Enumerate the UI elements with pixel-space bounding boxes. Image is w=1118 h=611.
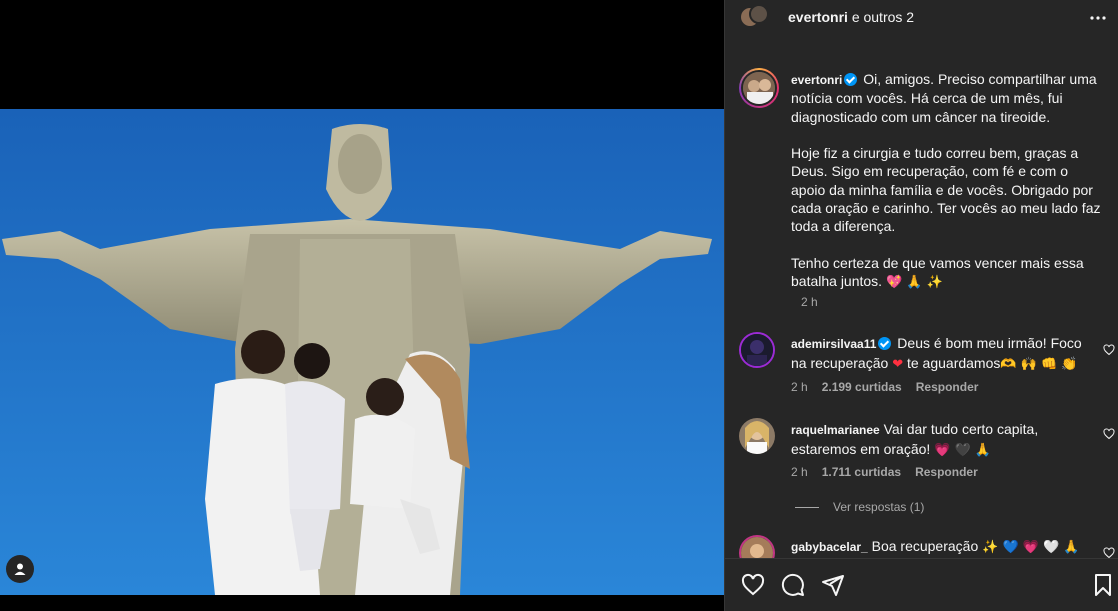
comment-text: Boa recuperação <box>871 538 979 554</box>
author-avatar[interactable] <box>739 2 769 32</box>
comment-emojis: 🫶 🙌 👊 👏 <box>1000 356 1078 372</box>
post-action-bar <box>725 558 1118 611</box>
comment-like-icon[interactable] <box>1103 428 1115 440</box>
more-options-icon[interactable] <box>1089 9 1107 27</box>
comment-body: ademirsilvaa11 Deus é bom meu irmão! Foc… <box>791 334 1086 374</box>
comment-likes[interactable]: 1.711 curtidas <box>822 465 901 479</box>
verified-badge-icon <box>878 337 892 350</box>
bookmark-icon[interactable] <box>1091 573 1115 597</box>
share-icon[interactable] <box>821 573 845 597</box>
post-photo <box>0 109 724 595</box>
comment-likes[interactable]: 2.199 curtidas <box>822 380 902 394</box>
comment-username[interactable]: ademirsilvaa11 <box>791 337 876 351</box>
comment-time[interactable]: 2 h <box>791 380 808 394</box>
comment-icon[interactable] <box>781 573 805 597</box>
heart-icon[interactable] <box>741 573 765 597</box>
reply-button[interactable]: Responder <box>916 380 979 394</box>
post-side-panel: evertonri e outros 2 evertonri Oi, amigo… <box>724 0 1118 611</box>
comment-like-icon[interactable] <box>1103 344 1115 356</box>
comment-meta: 2 h 1.711 curtidas Responder <box>791 465 978 479</box>
post-media[interactable] <box>0 0 724 611</box>
replies-divider <box>795 506 819 508</box>
comment-meta: 2 h 2.199 curtidas Responder <box>791 380 978 394</box>
header-usernames[interactable]: evertonri e outros 2 <box>788 9 914 25</box>
comment-body: gabybacelar_ Boa recuperação ✨ 💙 💗 🤍 🙏 <box>791 537 1086 558</box>
user-tag-icon[interactable] <box>6 555 34 583</box>
caption-avatar[interactable] <box>739 68 779 108</box>
comment-text-2: te aguardamos <box>906 354 1001 371</box>
post-header: evertonri e outros 2 <box>725 0 1118 36</box>
caption-emojis: 💖 🙏 ✨ <box>885 275 943 291</box>
comment-avatar[interactable] <box>739 418 775 454</box>
comment-emoji: ❤ <box>892 356 904 372</box>
caption-body: evertonri Oi, amigos. Preciso compartilh… <box>791 70 1101 293</box>
comment-body: raquelmarianee Vai dar tudo certo capita… <box>791 420 1086 460</box>
instagram-post-viewer: evertonri e outros 2 evertonri Oi, amigo… <box>0 0 1118 611</box>
caption-text: Oi, amigos. Preciso compartilhar uma not… <box>791 71 1101 290</box>
caption-username[interactable]: evertonri <box>791 73 842 87</box>
comment-username[interactable]: raquelmarianee <box>791 423 880 437</box>
view-replies-button[interactable]: Ver respostas (1) <box>795 500 924 514</box>
reply-button[interactable]: Responder <box>915 465 978 479</box>
view-replies-label[interactable]: Ver respostas (1) <box>833 500 924 514</box>
comment-avatar[interactable] <box>739 332 775 368</box>
caption-time[interactable]: 2 h <box>801 295 818 309</box>
header-others[interactable]: e outros 2 <box>852 9 914 25</box>
comment-username[interactable]: gabybacelar_ <box>791 540 868 554</box>
header-username[interactable]: evertonri <box>788 9 848 25</box>
comment-time[interactable]: 2 h <box>791 465 808 479</box>
comment-emojis: ✨ 💙 💗 🤍 🙏 <box>982 540 1080 555</box>
verified-badge-icon <box>844 73 858 86</box>
comment-emojis: 💗 🖤 🙏 <box>934 442 992 458</box>
